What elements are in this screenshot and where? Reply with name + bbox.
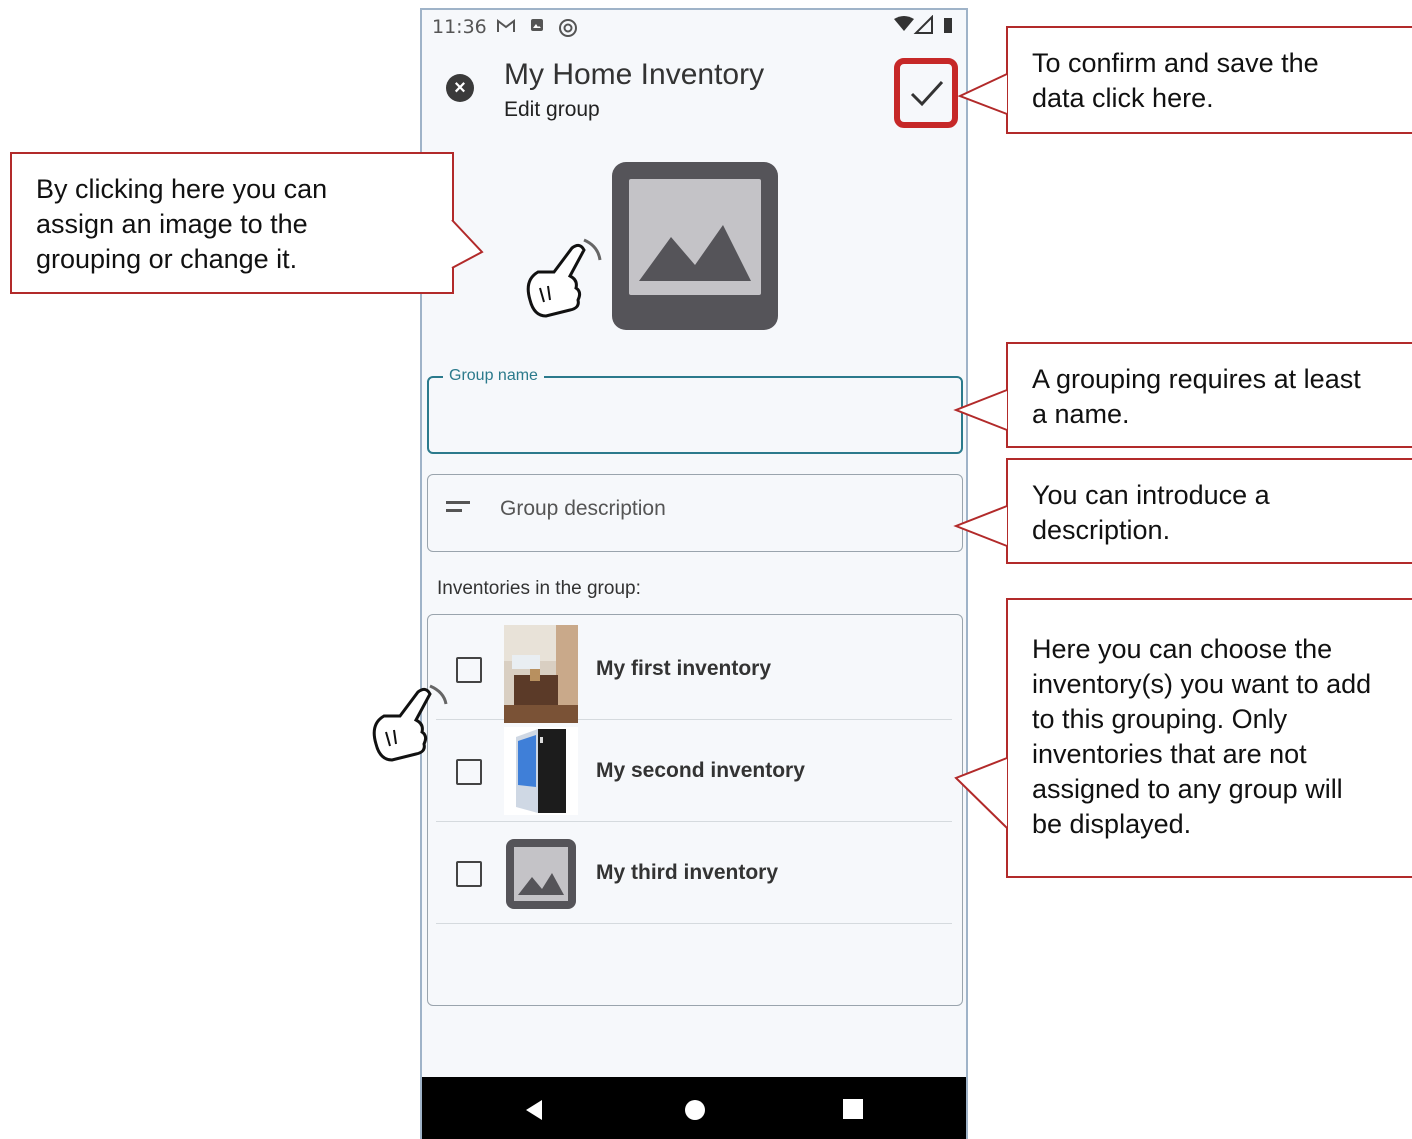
pointing-hand-icon bbox=[526, 238, 602, 318]
callout-name: A grouping requires at least a name. bbox=[1006, 342, 1412, 448]
phone-screen: 11:36 × My Home Inventory Edit group Gro… bbox=[420, 8, 968, 1139]
confirm-save-button[interactable] bbox=[894, 58, 958, 128]
callout-line: assigned to any group will bbox=[1032, 774, 1343, 804]
inventory-thumbnail-room bbox=[504, 625, 578, 723]
list-item[interactable]: My second inventory bbox=[436, 721, 952, 822]
inventory-thumbnail-pc bbox=[504, 727, 578, 815]
pointing-hand-icon bbox=[372, 684, 448, 762]
page-subtitle: Edit group bbox=[504, 98, 600, 121]
group-description-placeholder: Group description bbox=[500, 497, 666, 520]
back-icon[interactable] bbox=[522, 1098, 546, 1122]
app-title: My Home Inventory bbox=[504, 58, 765, 91]
callout-line: By clicking here you can bbox=[36, 174, 328, 204]
callout-description-text: You can introduce a description. bbox=[1032, 478, 1270, 548]
callout-image: By clicking here you can assign an image… bbox=[10, 152, 454, 294]
callout-line: grouping or change it. bbox=[36, 244, 298, 274]
list-item[interactable]: My first inventory bbox=[436, 619, 952, 723]
callout-pointer bbox=[953, 505, 1008, 547]
group-name-label: Group name bbox=[443, 367, 544, 385]
callout-line: To confirm and save the bbox=[1032, 48, 1319, 78]
group-description-field[interactable]: Group description bbox=[427, 474, 963, 552]
callout-inventories-text: Here you can choose the inventory(s) you… bbox=[1032, 632, 1371, 842]
callout-line: A grouping requires at least bbox=[1032, 364, 1361, 394]
status-time: 11:36 bbox=[432, 16, 487, 38]
list-item[interactable]: My third inventory bbox=[436, 823, 952, 924]
inventories-heading: Inventories in the group: bbox=[437, 578, 641, 599]
inventory-name: My second inventory bbox=[596, 759, 805, 782]
checkmark-icon bbox=[910, 80, 944, 107]
description-icon bbox=[446, 501, 470, 517]
callout-line: be displayed. bbox=[1032, 809, 1192, 839]
callout-description: You can introduce a description. bbox=[1006, 458, 1412, 564]
inventory-checkbox[interactable] bbox=[456, 657, 482, 683]
inventory-checkbox[interactable] bbox=[456, 861, 482, 887]
callout-confirm: To confirm and save the data click here. bbox=[1006, 26, 1412, 134]
callout-line: inventories that are not bbox=[1032, 739, 1307, 769]
callout-line: a name. bbox=[1032, 399, 1130, 429]
callout-line: inventory(s) you want to add bbox=[1032, 669, 1372, 699]
inventory-checkbox[interactable] bbox=[456, 759, 482, 785]
callout-pointer bbox=[957, 73, 1008, 115]
callout-line: Here you can choose the bbox=[1032, 634, 1333, 664]
callout-pointer bbox=[953, 389, 1008, 431]
recents-icon[interactable] bbox=[842, 1098, 864, 1120]
callout-name-text: A grouping requires at least a name. bbox=[1032, 362, 1361, 432]
callout-line: to this grouping. Only bbox=[1032, 704, 1288, 734]
gmail-icon bbox=[496, 18, 516, 39]
inventory-name: My third inventory bbox=[596, 861, 779, 884]
notification-icon bbox=[530, 18, 544, 37]
inventory-list: My first inventory My second inventory M… bbox=[427, 614, 963, 1006]
battery-icon bbox=[944, 18, 952, 33]
inventory-name: My first inventory bbox=[596, 657, 772, 680]
close-icon[interactable]: × bbox=[446, 74, 474, 102]
status-bar: 11:36 bbox=[422, 10, 966, 44]
callout-line: assign an image to the bbox=[36, 209, 308, 239]
callout-pointer bbox=[451, 219, 484, 269]
callout-line: data click here. bbox=[1032, 83, 1214, 113]
image-placeholder-icon bbox=[629, 179, 761, 295]
inventory-thumbnail-placeholder bbox=[504, 829, 578, 917]
home-icon[interactable] bbox=[683, 1098, 707, 1122]
wifi-icon bbox=[894, 16, 914, 31]
group-name-field[interactable]: Group name bbox=[427, 367, 963, 454]
callout-image-text: By clicking here you can assign an image… bbox=[36, 172, 327, 277]
callout-inventories: Here you can choose the inventory(s) you… bbox=[1006, 598, 1412, 878]
status-right-icons bbox=[892, 14, 956, 40]
callout-confirm-text: To confirm and save the data click here. bbox=[1032, 46, 1319, 116]
at-sign-icon bbox=[558, 18, 578, 43]
android-navigation-bar bbox=[422, 1077, 966, 1139]
group-image-picker[interactable] bbox=[612, 162, 778, 330]
callout-line: You can introduce a bbox=[1032, 480, 1270, 510]
callout-line: description. bbox=[1032, 515, 1171, 545]
signal-icon bbox=[913, 14, 933, 34]
callout-pointer bbox=[954, 757, 1008, 829]
